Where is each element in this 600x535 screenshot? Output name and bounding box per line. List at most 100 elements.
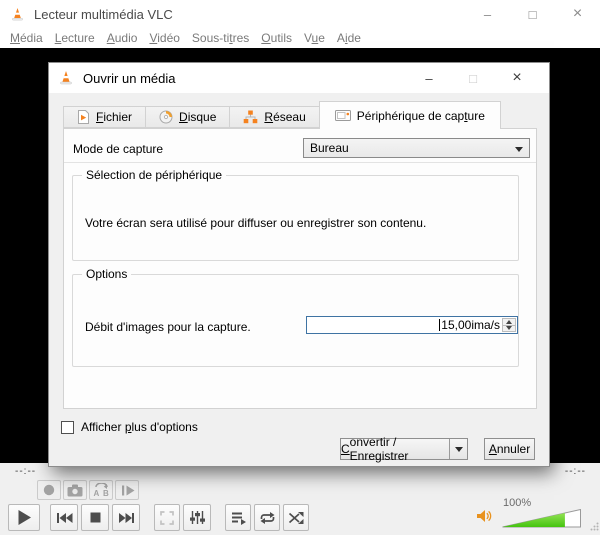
dialog-title: Ouvrir un média [83,70,176,86]
equalizer-button[interactable] [183,504,211,531]
options-title: Options [82,267,132,281]
dialog-tabs: Fichier Disque Réseau Périphérique de ca… [63,101,501,129]
previous-button[interactable] [50,504,78,531]
tab-label: Réseau [264,110,306,124]
volume-control: 100% [476,497,588,529]
tab-reseau[interactable]: Réseau [229,106,320,128]
speaker-icon[interactable] [476,508,493,527]
dialog-titlebar: Ouvrir un média – □ × [49,63,549,93]
stop-icon [90,512,100,523]
main-titlebar: Lecteur multimédia VLC – □ × [0,0,600,28]
time-total: --:-- [564,466,586,477]
minimize-icon[interactable]: – [465,0,510,28]
file-icon [78,110,89,124]
capture-icon [334,110,351,121]
show-more-options-label: Afficher plus d'options [81,420,198,434]
device-selection-group: Sélection de périphérique Votre écran se… [72,168,519,261]
framerate-spinbox[interactable]: 15,00ima/s [306,316,518,334]
loop-button[interactable] [254,504,280,531]
main-controls [8,504,309,531]
dialog-maximize-icon: □ [469,70,477,86]
volume-percent-label: 100% [503,497,532,509]
chevron-down-icon [454,446,463,452]
maximize-icon[interactable]: □ [510,0,555,28]
player-panel: --:-- --:-- A B 100% [0,463,600,535]
tab-peripherique-de-capture[interactable]: Périphérique de capture [318,101,501,129]
cancel-button[interactable]: Annuler [484,438,535,460]
menubar: Média Lecture Audio Vidéo Sous-titres Ou… [0,28,600,48]
menu-vue[interactable]: Vue [304,31,325,45]
device-selection-message: Votre écran sera utilisé pour diffuser o… [85,216,427,230]
ab-loop-button: A B [89,480,113,500]
network-icon [244,110,258,124]
device-selection-title: Sélection de périphérique [82,168,227,182]
tab-label: Fichier [96,110,133,124]
capture-tab-pane: Mode de capture Bureau Sélection de péri… [63,128,537,409]
disc-icon [159,110,173,124]
volume-slider[interactable] [502,509,582,528]
equalizer-icon [189,511,205,524]
tab-fichier[interactable]: Fichier [63,106,147,128]
vlc-cone-icon [10,7,25,22]
tab-disque[interactable]: Disque [145,106,231,128]
show-more-options-row: Afficher plus d'options [61,420,198,434]
menu-aide[interactable]: Aide [337,31,361,45]
cancel-label: Annuler [488,442,531,456]
play-button[interactable] [8,504,40,531]
stop-button[interactable] [81,504,109,531]
dialog-minimize-icon[interactable]: – [407,63,451,93]
play-icon [18,510,31,525]
open-media-dialog: Ouvrir un média – □ × Fichier Disque Rés… [48,62,550,467]
menu-lecture[interactable]: Lecture [55,31,95,45]
chevron-down-icon [515,147,523,152]
text-caret [439,319,441,331]
frame-by-frame-button [115,480,139,500]
vlc-cone-icon [58,70,74,86]
dialog-buttons: Convertir / Enregistrer Annuler [49,435,535,463]
time-elapsed: --:-- [15,466,37,477]
convert-save-button[interactable]: Convertir / Enregistrer [340,435,468,463]
spin-down-icon[interactable] [502,324,516,332]
menu-outils[interactable]: Outils [261,31,292,45]
convert-save-dropdown[interactable] [449,439,467,459]
tab-label: Périphérique de capture [356,108,485,123]
fullscreen-button [154,504,180,531]
frame-by-frame-icon [121,485,134,495]
capture-mode-value: Bureau [310,141,349,155]
menu-media[interactable]: Média [10,31,43,45]
tab-label: Disque [179,110,217,124]
options-group: Options Débit d'images pour la capture. … [72,267,519,367]
svg-text:A: A [93,489,99,497]
svg-text:B: B [103,489,109,497]
fullscreen-icon [160,510,174,525]
next-button[interactable] [112,504,140,531]
advanced-controls: A B [37,480,139,500]
random-button[interactable] [283,504,309,531]
record-button [37,480,61,500]
resize-grip-icon[interactable] [590,520,599,534]
loop-icon [260,511,274,524]
capture-mode-select[interactable]: Bureau [303,138,530,158]
snapshot-button [63,480,87,500]
playlist-button[interactable] [225,504,251,531]
dialog-body: Fichier Disque Réseau Périphérique de ca… [49,93,549,466]
random-icon [288,511,304,524]
menu-sous-titres[interactable]: Sous-titres [192,31,249,45]
record-icon [43,484,55,496]
divider [64,162,536,163]
spinner-buttons [502,318,516,332]
framerate-value: 15,00ima/s [441,318,500,332]
previous-icon [56,512,72,523]
capture-mode-label: Mode de capture [73,142,164,156]
vlc-main-window: Lecteur multimédia VLC – □ × Média Lectu… [0,0,600,535]
playlist-icon [231,512,246,525]
close-icon[interactable]: × [555,0,600,28]
menu-audio[interactable]: Audio [107,31,138,45]
menu-video[interactable]: Vidéo [149,31,179,45]
dialog-close-icon[interactable]: × [495,63,539,93]
show-more-options-checkbox[interactable] [61,420,74,434]
snapshot-icon [67,484,83,496]
next-icon [118,512,134,523]
framerate-label: Débit d'images pour la capture. [85,320,251,334]
convert-save-label: Convertir / Enregistrer [341,435,409,463]
